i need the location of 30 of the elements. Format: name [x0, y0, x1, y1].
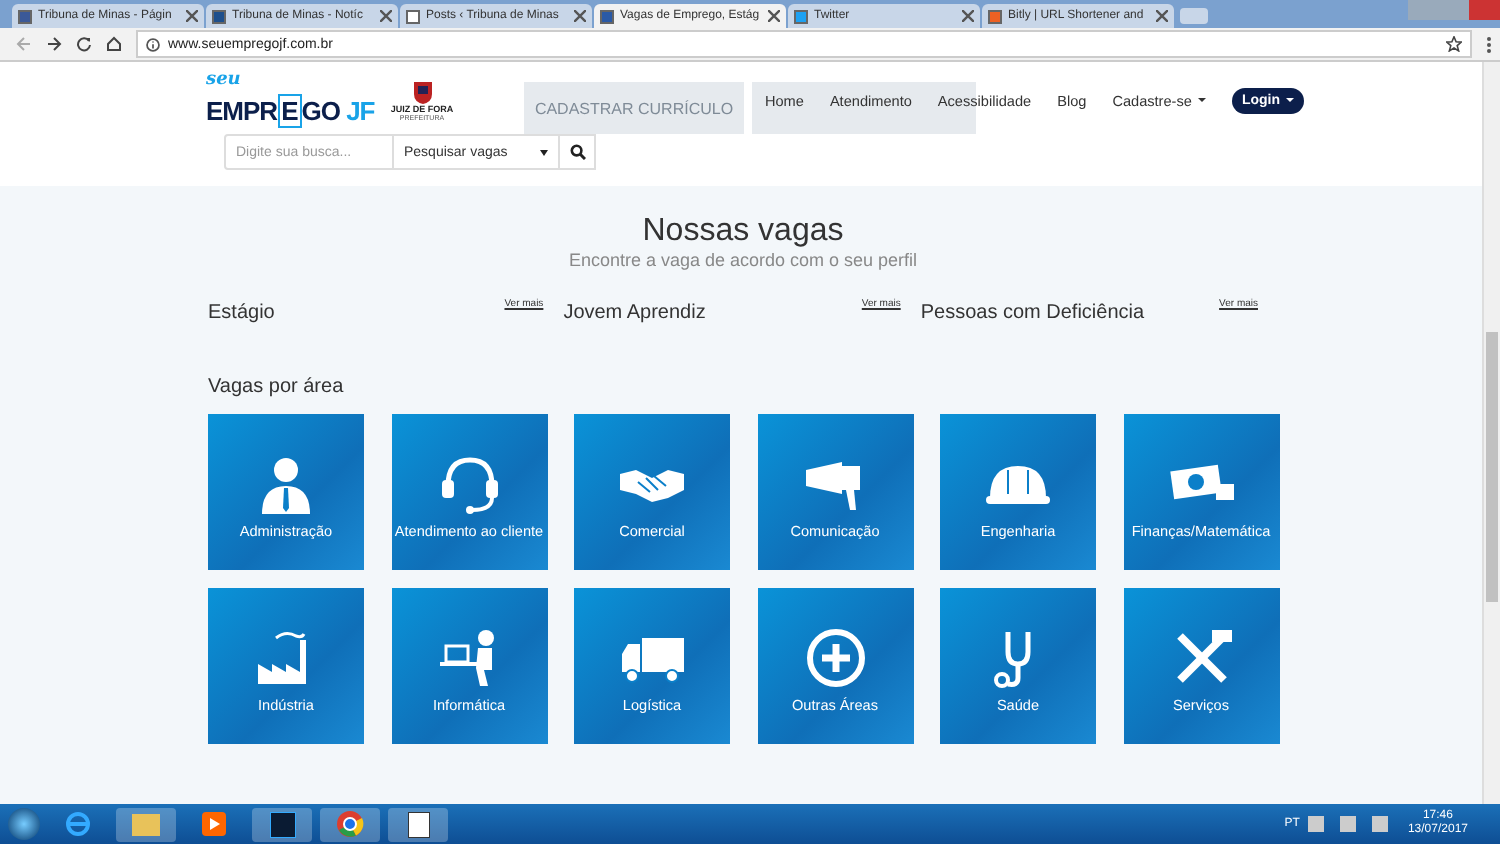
- scrollbar[interactable]: [1482, 62, 1500, 804]
- site-logo[interactable]: seu EMPREGO JF: [206, 70, 378, 130]
- dropdown-icon: [540, 149, 548, 155]
- close-icon[interactable]: [1156, 10, 1168, 22]
- forward-icon[interactable]: [46, 36, 62, 52]
- star-icon[interactable]: [1446, 36, 1462, 52]
- close-icon[interactable]: [962, 10, 974, 22]
- search-button[interactable]: [560, 134, 596, 170]
- search-icon: [569, 144, 585, 160]
- page-icon: [406, 9, 420, 23]
- close-icon[interactable]: [574, 10, 586, 22]
- start-button[interactable]: [8, 808, 40, 840]
- close-icon[interactable]: [186, 10, 198, 22]
- section-title: Nossas vagas: [640, 214, 846, 250]
- reload-icon[interactable]: [76, 36, 92, 52]
- chrome-icon[interactable]: [320, 807, 380, 841]
- areas-title: Vagas por área: [208, 376, 346, 398]
- category-title: Pessoas com Deficiência: [920, 302, 1145, 324]
- photoshop-icon[interactable]: [252, 807, 312, 841]
- menu-icon[interactable]: [1486, 35, 1492, 53]
- category-title: Jovem Aprendiz: [563, 302, 706, 324]
- home-icon[interactable]: [106, 36, 122, 52]
- section-subtitle: Encontre a vaga de acordo com o seu perfil: [566, 250, 920, 270]
- close-icon[interactable]: [380, 10, 392, 22]
- info-icon: [146, 37, 160, 51]
- system-tray-icons[interactable]: [1307, 816, 1388, 832]
- category-title: Estágio: [208, 302, 275, 324]
- plus-icon: [801, 627, 869, 687]
- close-icon[interactable]: [768, 10, 780, 22]
- document-icon[interactable]: [388, 807, 448, 841]
